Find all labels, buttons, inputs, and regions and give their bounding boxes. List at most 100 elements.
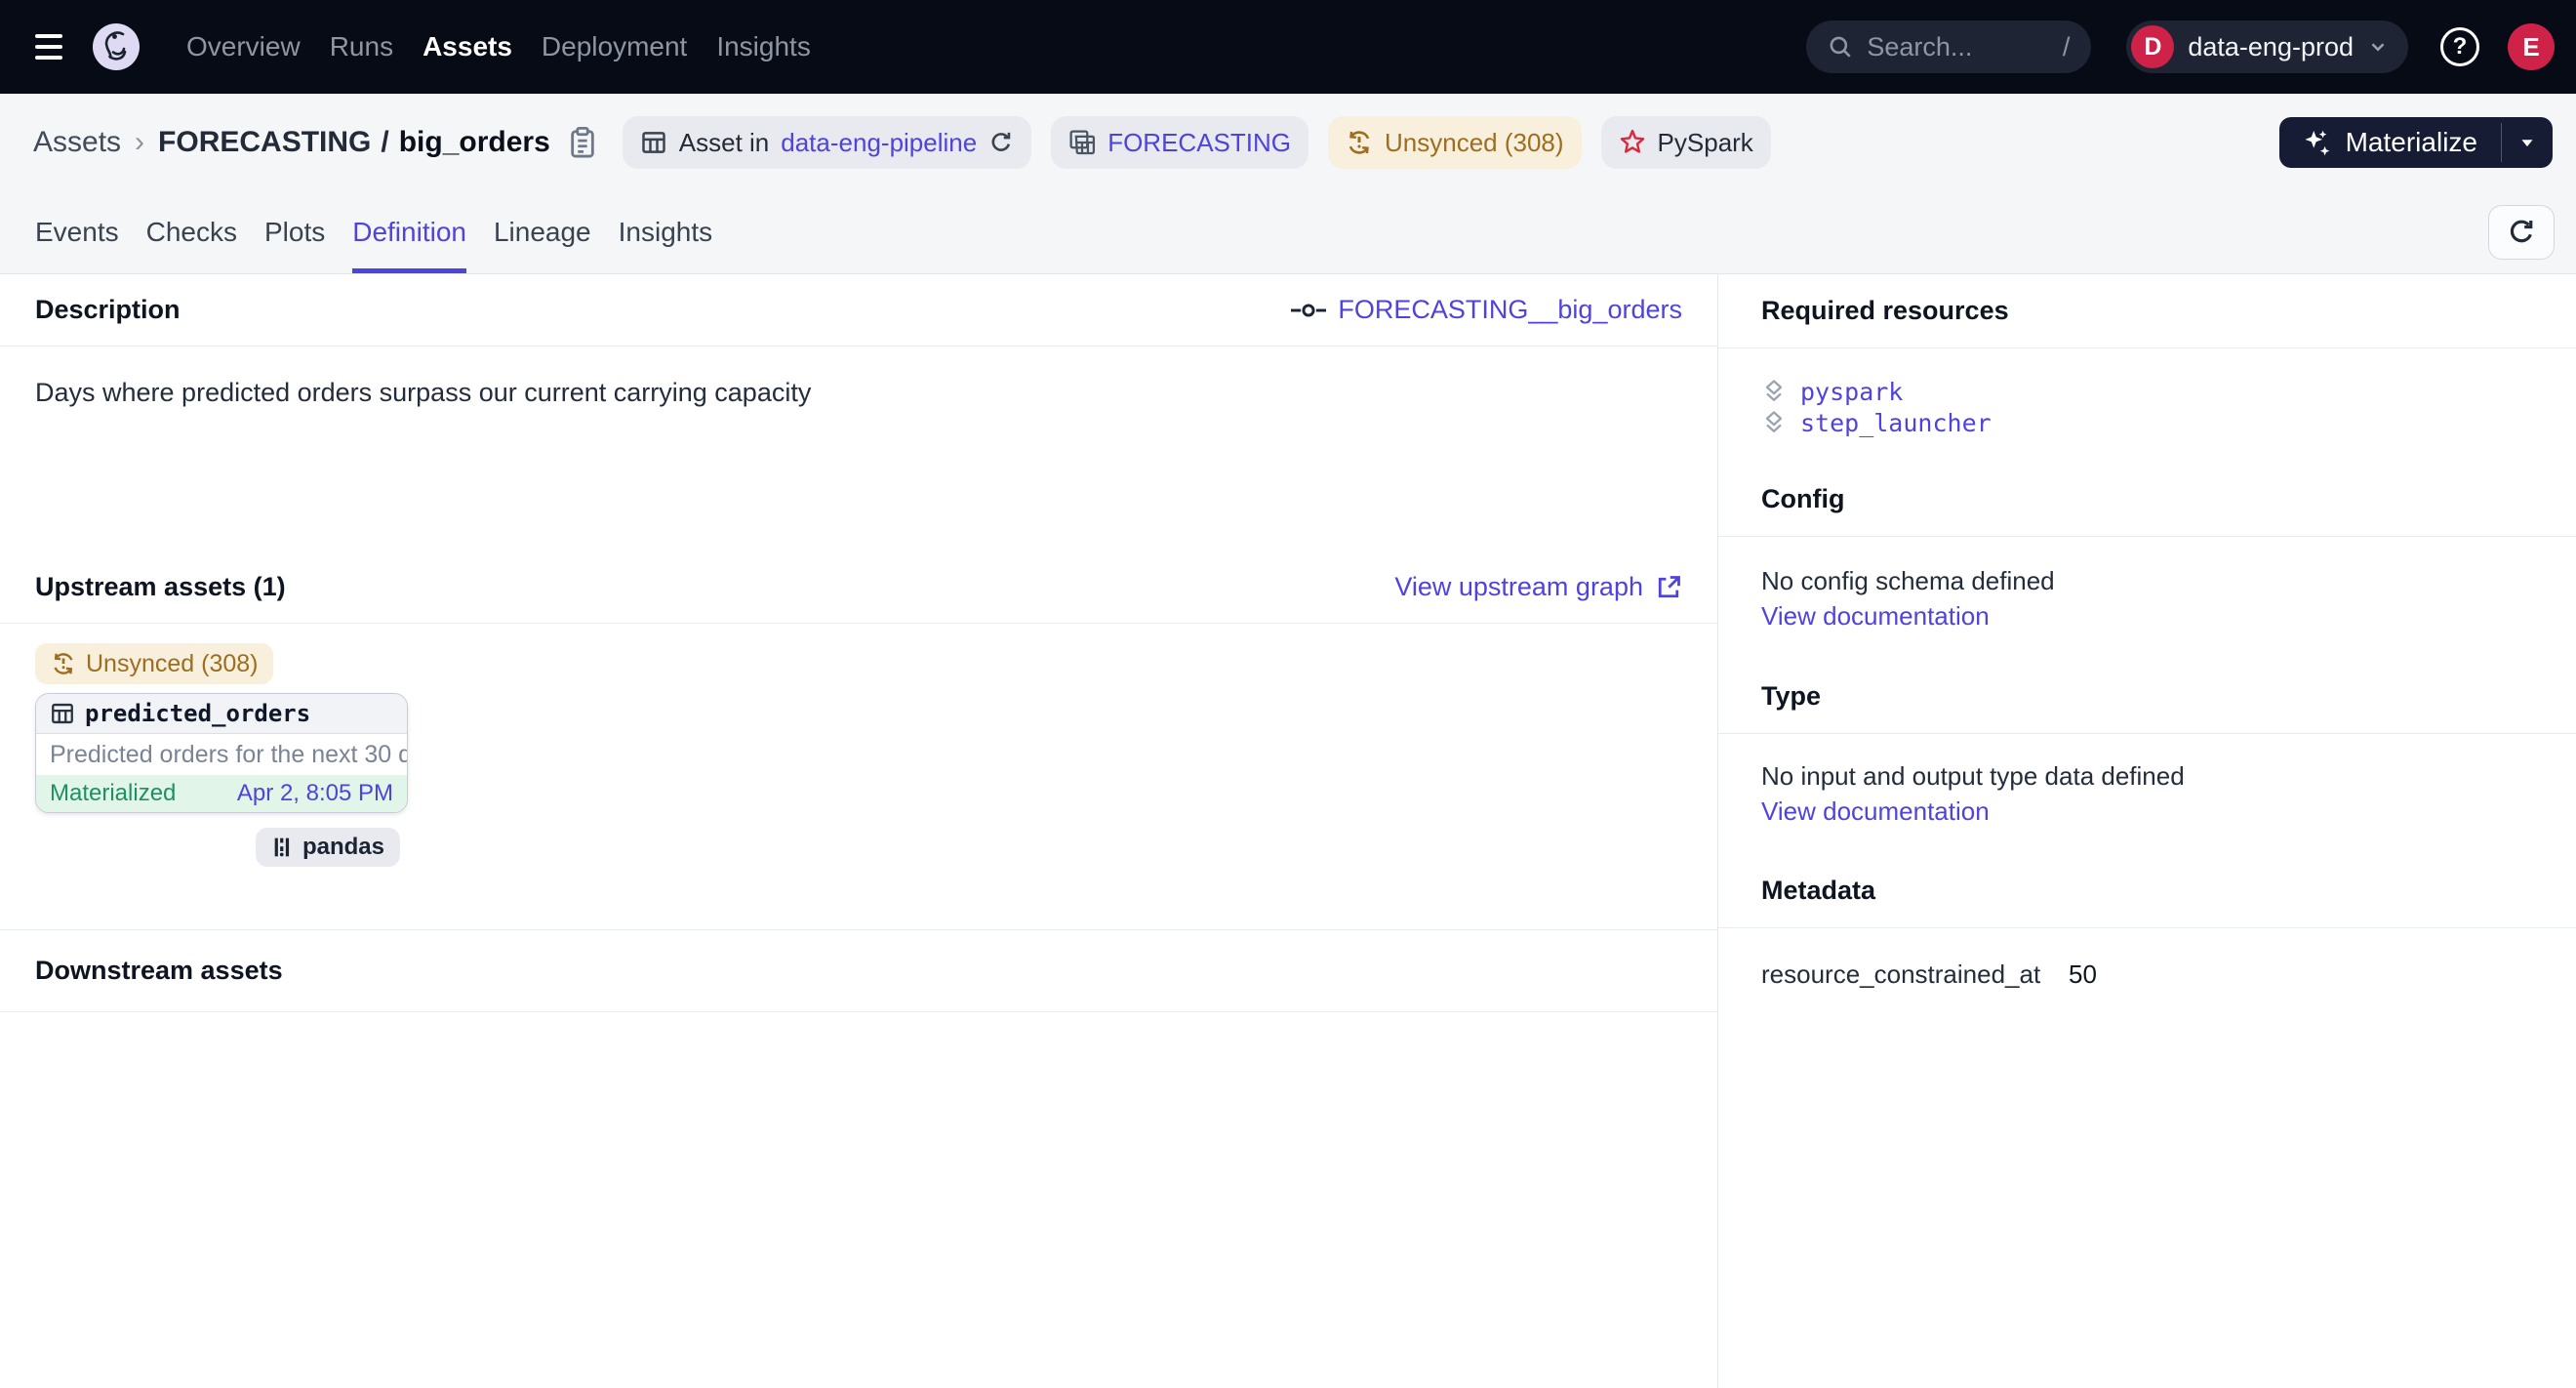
search-input[interactable]	[1867, 32, 2048, 62]
asset-card-footer: Materialized Apr 2, 8:05 PM	[36, 775, 407, 812]
required-resources-body: pyspark step_launcher	[1718, 348, 2576, 463]
tag-label: FORECASTING	[1107, 128, 1291, 158]
upstream-title: Upstream assets (1)	[35, 572, 286, 602]
metadata-value: 50	[2069, 959, 2097, 990]
tab-insights[interactable]: Insights	[619, 191, 713, 273]
caret-down-icon	[2516, 132, 2538, 153]
tag-pyspark[interactable]: PySpark	[1601, 116, 1771, 169]
search-icon	[1828, 34, 1853, 60]
asset-card-description: Predicted orders for the next 30 day...	[36, 734, 407, 775]
definition-sidebar: Required resources pyspark step_launcher…	[1717, 274, 2576, 1388]
materialize-split-button: Materialize	[2279, 117, 2553, 168]
deployment-name: data-eng-prod	[2188, 32, 2354, 62]
menu-icon[interactable]	[35, 34, 62, 60]
tag-unsynced[interactable]: Unsynced (308)	[1328, 116, 1582, 169]
resource-layers-icon	[1761, 379, 1787, 404]
resource-link-step-launcher[interactable]: step_launcher	[1800, 409, 1992, 437]
upstream-asset-card[interactable]: predicted_orders Predicted orders for th…	[35, 693, 408, 813]
unsynced-badge[interactable]: Unsynced (308)	[35, 643, 273, 684]
asset-card-timestamp-link[interactable]: Apr 2, 8:05 PM	[237, 780, 393, 807]
tag-label: PySpark	[1658, 128, 1753, 158]
metadata-row: resource_constrained_at 50	[1761, 958, 2533, 991]
resource-link-pyspark[interactable]: pyspark	[1800, 378, 1903, 406]
external-link-icon	[1655, 574, 1682, 601]
stacked-tables-icon	[1068, 129, 1096, 156]
nav-item-assets[interactable]: Assets	[423, 31, 512, 62]
tab-plots[interactable]: Plots	[264, 191, 325, 273]
materialize-button[interactable]: Materialize	[2279, 117, 2501, 168]
tab-definition[interactable]: Definition	[352, 191, 466, 273]
pipeline-link[interactable]: data-eng-pipeline	[781, 128, 977, 158]
tab-events[interactable]: Events	[35, 191, 119, 273]
compute-kind-tag[interactable]: pandas	[256, 828, 400, 867]
nav-item-deployment[interactable]: Deployment	[542, 31, 687, 62]
job-link-label: FORECASTING__big_orders	[1338, 295, 1682, 325]
config-empty-text: No config schema defined	[1761, 564, 2533, 597]
primary-nav: Overview Runs Assets Deployment Insights	[186, 31, 811, 62]
upstream-header: Upstream assets (1) View upstream graph	[0, 551, 1717, 624]
view-upstream-graph-link[interactable]: View upstream graph	[1394, 572, 1682, 602]
tag-asset-in-pipeline[interactable]: Asset in data-eng-pipeline	[623, 116, 1031, 169]
materialize-options-button[interactable]	[2502, 117, 2553, 168]
nav-item-overview[interactable]: Overview	[186, 31, 301, 62]
deployment-switcher[interactable]: D data-eng-prod	[2126, 20, 2408, 73]
breadcrumb-assets-link[interactable]: Assets	[33, 126, 121, 159]
content: Description FORECASTING__big_orders Days…	[0, 274, 2576, 1388]
description-text: Days where predicted orders surpass our …	[0, 347, 1717, 551]
compute-kind-row: pandas	[35, 828, 408, 867]
nav-item-runs[interactable]: Runs	[330, 31, 393, 62]
pandas-icon	[271, 836, 293, 859]
downstream-title: Downstream assets	[35, 956, 283, 986]
page-title: big_orders	[399, 126, 550, 159]
resource-row: pyspark	[1761, 376, 2533, 407]
tag-prefix: Asset in	[679, 128, 770, 158]
user-avatar[interactable]: E	[2508, 23, 2555, 70]
tab-checks[interactable]: Checks	[146, 191, 237, 273]
sync-broken-icon	[1346, 129, 1373, 156]
config-doc-link[interactable]: View documentation	[1761, 599, 1990, 633]
clipboard-icon	[568, 126, 597, 159]
chevron-down-icon	[2367, 36, 2389, 58]
table-icon	[50, 701, 75, 726]
sync-broken-icon	[51, 651, 76, 676]
asset-tabs: Events Checks Plots Definition Lineage I…	[0, 191, 2576, 274]
tag-group-forecasting[interactable]: FORECASTING	[1051, 116, 1308, 169]
type-doc-link[interactable]: View documentation	[1761, 795, 1990, 828]
search-box[interactable]: /	[1806, 20, 2091, 73]
help-button[interactable]: ?	[2437, 24, 2482, 69]
type-body: No input and output type data defined Vi…	[1718, 734, 2576, 854]
tab-lineage[interactable]: Lineage	[494, 191, 591, 273]
breadcrumb-slash: /	[381, 126, 388, 159]
breadcrumb-row: Assets › FORECASTING / big_orders Asset …	[0, 94, 2576, 191]
job-link[interactable]: FORECASTING__big_orders	[1291, 295, 1682, 325]
copy-asset-name-button[interactable]	[568, 126, 597, 159]
metadata-key: resource_constrained_at	[1761, 959, 2069, 990]
unsynced-badge-label: Unsynced (308)	[86, 650, 258, 678]
compute-kind-label: pandas	[302, 834, 384, 861]
search-shortcut-hint: /	[2063, 32, 2071, 62]
asset-card-status: Materialized	[50, 780, 176, 807]
top-navbar: Overview Runs Assets Deployment Insights…	[0, 0, 2576, 94]
config-header: Config	[1718, 463, 2576, 537]
downstream-header: Downstream assets	[0, 930, 1717, 1012]
breadcrumb-group-link[interactable]: FORECASTING	[158, 126, 371, 159]
metadata-body: resource_constrained_at 50	[1718, 928, 2576, 1018]
refresh-icon	[2507, 218, 2536, 247]
breadcrumb-separator: ›	[135, 126, 144, 159]
type-header: Type	[1718, 660, 2576, 734]
resource-row: step_launcher	[1761, 407, 2533, 438]
dagster-logo[interactable]	[93, 23, 140, 70]
nav-item-insights[interactable]: Insights	[716, 31, 811, 62]
metadata-header: Metadata	[1718, 854, 2576, 928]
resource-layers-icon	[1761, 410, 1787, 435]
help-icon: ?	[2440, 27, 2479, 66]
description-header: Description FORECASTING__big_orders	[0, 274, 1717, 347]
asset-card-header: predicted_orders	[36, 694, 407, 734]
description-title: Description	[35, 295, 181, 325]
page-header: Assets › FORECASTING / big_orders Asset …	[0, 94, 2576, 274]
spark-star-icon	[1619, 129, 1646, 156]
required-resources-header: Required resources	[1718, 274, 2576, 348]
sparkle-icon	[2303, 128, 2332, 157]
refresh-button[interactable]	[2488, 205, 2555, 260]
asset-tags: Asset in data-eng-pipeline FORECASTING U…	[623, 116, 1771, 169]
